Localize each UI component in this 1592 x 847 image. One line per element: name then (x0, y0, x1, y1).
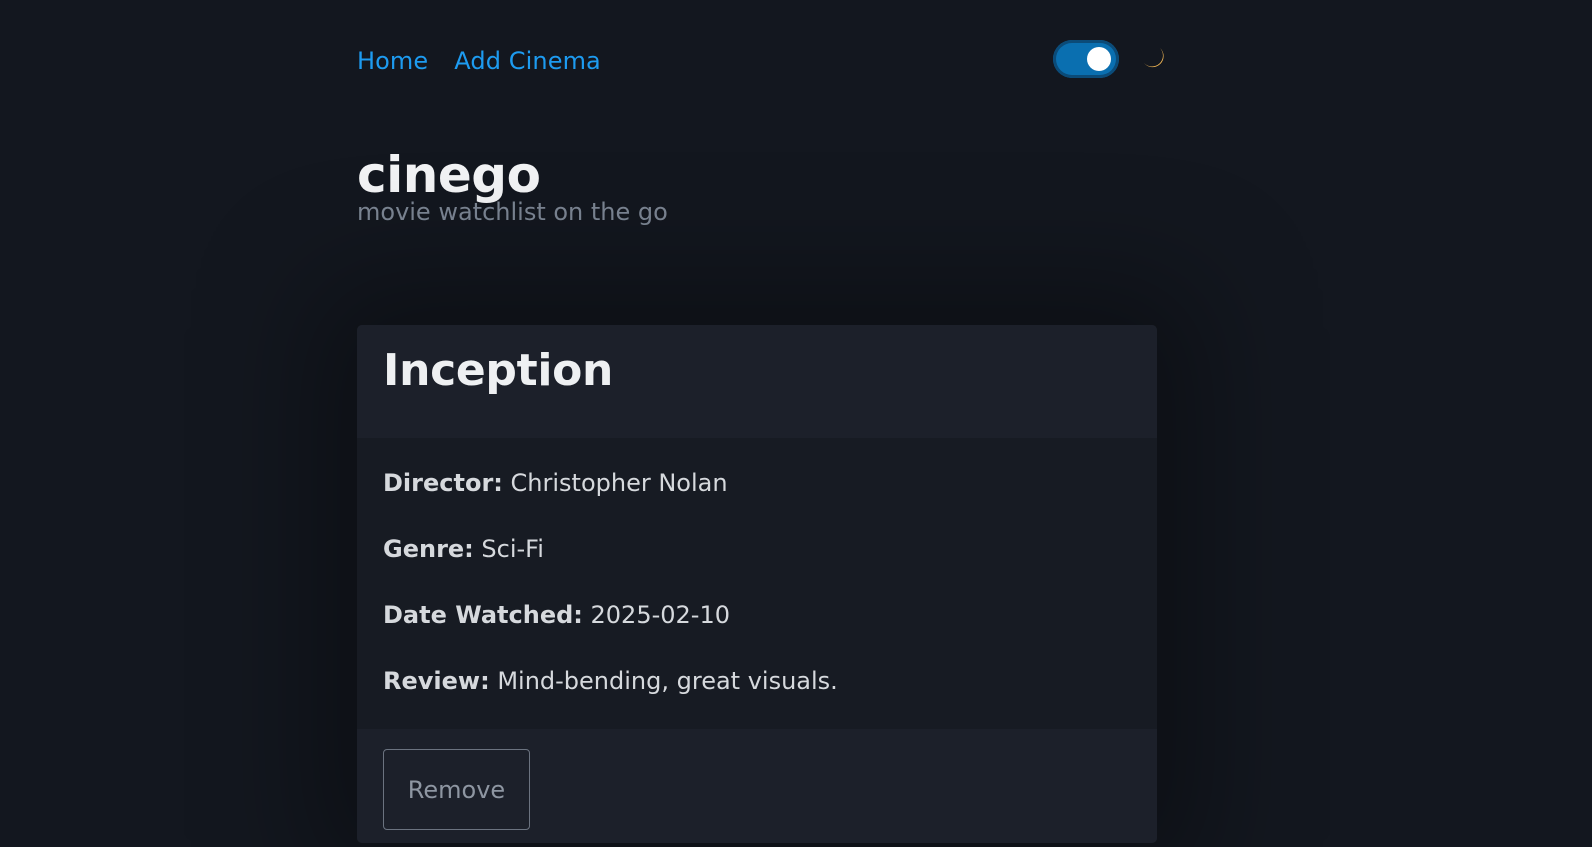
app-title: cinego (357, 146, 541, 204)
card-header: Inception (357, 325, 1157, 438)
remove-button[interactable]: Remove (383, 749, 530, 830)
movie-card: Inception Director: Christopher Nolan Ge… (357, 325, 1157, 843)
genre-value: Sci-Fi (481, 535, 544, 563)
review-field: Review: Mind-bending, great visuals. (383, 666, 1131, 696)
toggle-knob (1087, 47, 1111, 71)
theme-controls (1053, 40, 1169, 78)
nav-links: Home Add Cinema (357, 47, 601, 75)
review-label: Review: (383, 667, 490, 695)
director-label: Director: (383, 469, 503, 497)
director-field: Director: Christopher Nolan (383, 468, 1131, 498)
date-watched-label: Date Watched: (383, 601, 583, 629)
date-watched-field: Date Watched: 2025-02-10 (383, 600, 1131, 630)
genre-label: Genre: (383, 535, 474, 563)
moon-icon (1139, 44, 1169, 74)
brand-header: cinego movie watchlist on the go (357, 148, 668, 229)
date-watched-value: 2025-02-10 (590, 601, 730, 629)
page: Home Add Cinema cinego movie watchlist o… (0, 0, 1592, 847)
movie-title: Inception (383, 345, 614, 396)
app-subtitle: movie watchlist on the go (357, 198, 668, 226)
genre-field: Genre: Sci-Fi (383, 534, 1131, 564)
top-nav: Home Add Cinema (357, 36, 1169, 92)
card-body: Director: Christopher Nolan Genre: Sci-F… (357, 438, 1157, 729)
nav-link-home[interactable]: Home (357, 47, 428, 75)
nav-link-add-cinema[interactable]: Add Cinema (454, 47, 601, 75)
director-value: Christopher Nolan (510, 469, 728, 497)
card-footer: Remove (357, 729, 1157, 843)
review-value: Mind-bending, great visuals. (497, 667, 838, 695)
theme-toggle[interactable] (1053, 40, 1119, 78)
